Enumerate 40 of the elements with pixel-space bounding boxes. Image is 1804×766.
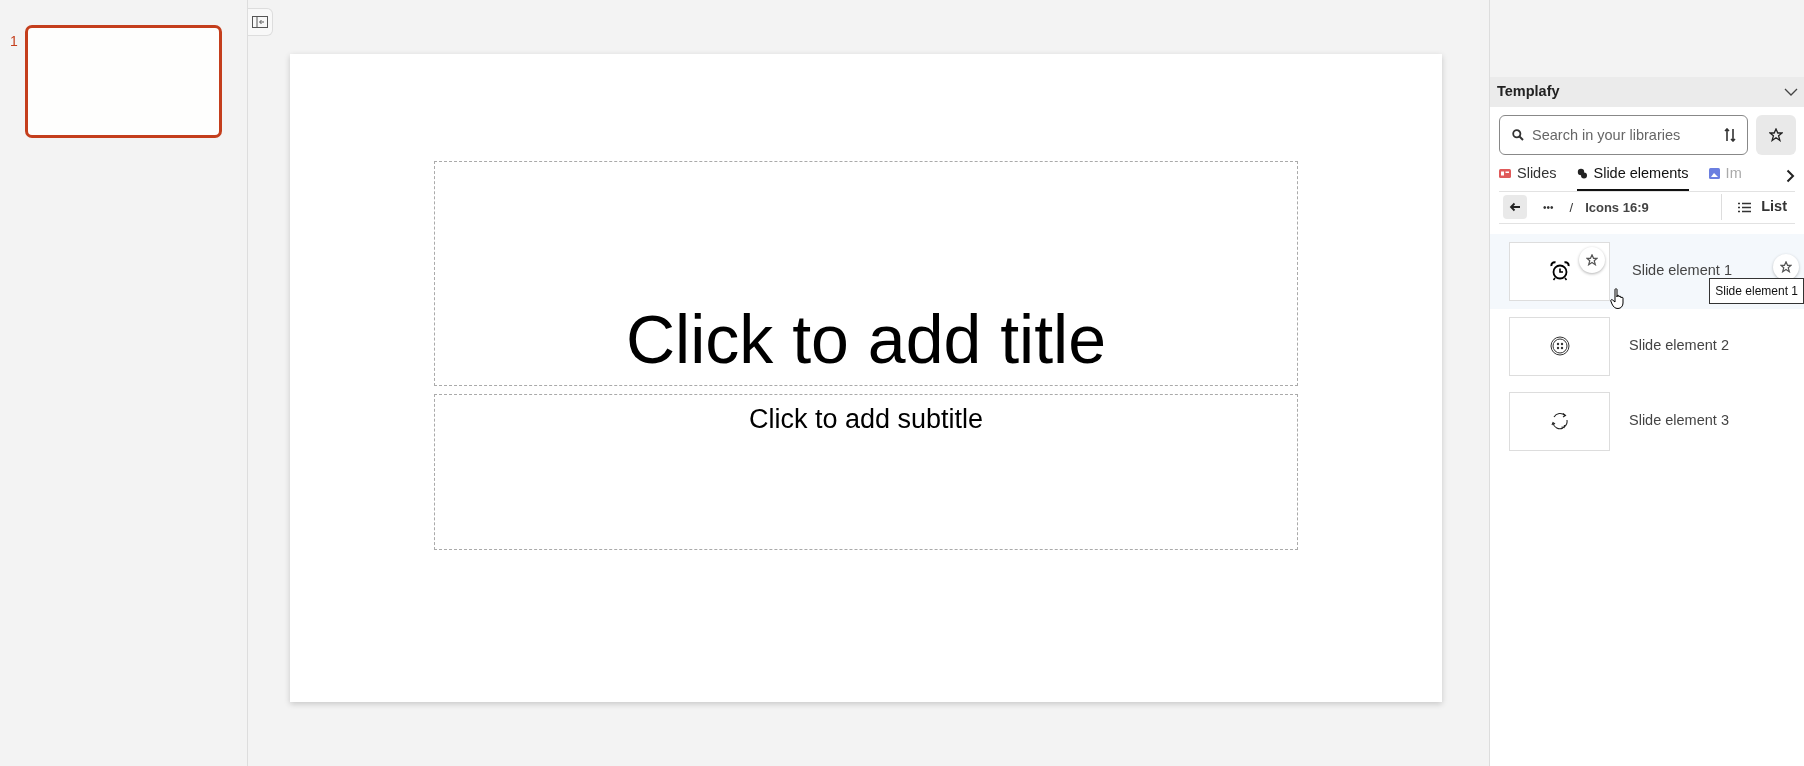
slide-thumbnail[interactable] — [24, 25, 222, 138]
slide-number: 1 — [10, 32, 18, 51]
list-icon — [1738, 201, 1752, 213]
alarm-clock-icon — [1549, 261, 1570, 282]
favorite-button[interactable] — [1579, 246, 1605, 273]
tooltip: Slide element 1 — [1709, 277, 1804, 304]
list-item[interactable]: Slide element 1 Slide element 1 — [1490, 233, 1804, 309]
tab[interactable]: Slides — [1499, 163, 1557, 191]
title-placeholder[interactable]: Click to add title — [434, 161, 1298, 386]
collapse-pane-button[interactable] — [248, 8, 273, 36]
hand-cursor-icon — [1610, 287, 1626, 310]
star-icon — [1769, 128, 1783, 142]
star-icon — [1780, 260, 1792, 273]
chevron-down-icon[interactable] — [1784, 88, 1798, 96]
sort-icon[interactable] — [1724, 128, 1736, 142]
item-name: Slide element 2 — [1629, 336, 1729, 356]
chevron-right-icon — [1786, 168, 1795, 183]
image-icon — [1708, 168, 1720, 180]
list-view-button[interactable]: List — [1721, 194, 1795, 221]
back-button[interactable] — [1503, 195, 1527, 220]
star-icon — [1586, 253, 1598, 266]
item-name: Slide element 3 — [1629, 411, 1729, 431]
subtitle-placeholder[interactable]: Click to add subtitle — [434, 394, 1298, 550]
breadcrumb-current: Icons 16:9 — [1585, 198, 1649, 217]
tab[interactable]: Slide elements — [1576, 163, 1689, 191]
collapse-pane-icon — [252, 16, 268, 28]
slides-icon — [1499, 169, 1511, 179]
shapes-icon — [1576, 168, 1588, 180]
list-item[interactable]: Slide element 3 — [1490, 383, 1804, 459]
search-icon — [1512, 129, 1524, 141]
breadcrumb-ellipsis[interactable]: ••• — [1539, 199, 1558, 215]
favorite-button[interactable] — [1773, 253, 1799, 280]
breadcrumb-separator: / — [1569, 198, 1574, 217]
favorites-button[interactable] — [1756, 115, 1796, 155]
sewing-button-icon — [1549, 336, 1570, 357]
list-item[interactable]: Slide element 2 — [1490, 308, 1804, 384]
cycle-arrows-icon — [1549, 411, 1570, 432]
back-arrow-icon — [1509, 202, 1521, 213]
panel-title: Templafy — [1497, 82, 1560, 102]
search-field[interactable]: Search in your libraries — [1499, 115, 1748, 155]
